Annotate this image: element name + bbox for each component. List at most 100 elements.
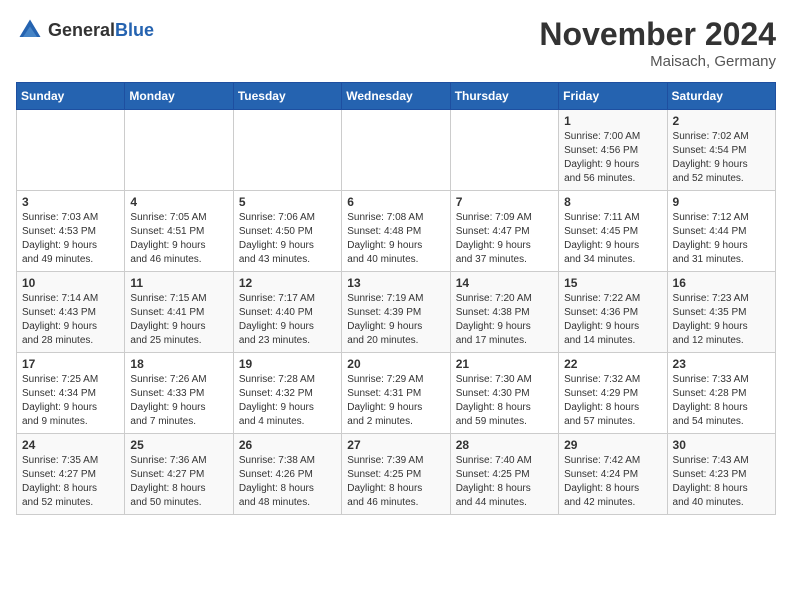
day-info: Sunrise: 7:08 AM Sunset: 4:48 PM Dayligh…	[347, 211, 444, 267]
calendar-day: 15 Sunrise: 7:22 AM Sunset: 4:36 PM Dayli…	[559, 272, 667, 353]
day-info: Sunrise: 7:14 AM Sunset: 4:43 PM Dayligh…	[22, 292, 119, 348]
calendar-table: SundayMondayTuesdayWednesdayThursdayFrid…	[16, 82, 776, 515]
calendar-day	[342, 110, 450, 191]
day-number: 23	[673, 357, 770, 371]
column-header-monday: Monday	[125, 83, 233, 110]
day-number: 11	[130, 276, 227, 290]
column-header-wednesday: Wednesday	[342, 83, 450, 110]
day-info: Sunrise: 7:38 AM Sunset: 4:26 PM Dayligh…	[239, 454, 336, 510]
logo-text: GeneralBlue	[48, 20, 154, 41]
day-number: 7	[456, 195, 553, 209]
day-info: Sunrise: 7:20 AM Sunset: 4:38 PM Dayligh…	[456, 292, 553, 348]
title-block: November 2024 Maisach, Germany	[539, 16, 776, 70]
day-info: Sunrise: 7:12 AM Sunset: 4:44 PM Dayligh…	[673, 211, 770, 267]
day-info: Sunrise: 7:06 AM Sunset: 4:50 PM Dayligh…	[239, 211, 336, 267]
day-number: 19	[239, 357, 336, 371]
day-number: 18	[130, 357, 227, 371]
day-info: Sunrise: 7:19 AM Sunset: 4:39 PM Dayligh…	[347, 292, 444, 348]
day-info: Sunrise: 7:43 AM Sunset: 4:23 PM Dayligh…	[673, 454, 770, 510]
day-info: Sunrise: 7:40 AM Sunset: 4:25 PM Dayligh…	[456, 454, 553, 510]
day-number: 14	[456, 276, 553, 290]
calendar-day: 8 Sunrise: 7:11 AM Sunset: 4:45 PM Daylig…	[559, 191, 667, 272]
day-number: 21	[456, 357, 553, 371]
column-header-friday: Friday	[559, 83, 667, 110]
day-number: 5	[239, 195, 336, 209]
day-info: Sunrise: 7:33 AM Sunset: 4:28 PM Dayligh…	[673, 373, 770, 429]
day-info: Sunrise: 7:32 AM Sunset: 4:29 PM Dayligh…	[564, 373, 661, 429]
calendar-day: 17Sunrise: 7:25 AM Sunset: 4:34 PM Dayli…	[17, 353, 125, 434]
day-number: 17	[22, 357, 119, 371]
day-number: 22	[564, 357, 661, 371]
day-info: Sunrise: 7:03 AM Sunset: 4:53 PM Dayligh…	[22, 211, 119, 267]
calendar-week-1: 1Sunrise: 7:00 AM Sunset: 4:56 PM Daylig…	[17, 110, 776, 191]
day-number: 9	[673, 195, 770, 209]
calendar-day: 27 Sunrise: 7:39 AM Sunset: 4:25 PM Dayli…	[342, 434, 450, 515]
column-header-thursday: Thursday	[450, 83, 558, 110]
day-number: 2	[673, 114, 770, 128]
calendar-header-row: SundayMondayTuesdayWednesdayThursdayFrid…	[17, 83, 776, 110]
day-info: Sunrise: 7:29 AM Sunset: 4:31 PM Dayligh…	[347, 373, 444, 429]
day-number: 24	[22, 438, 119, 452]
calendar-week-3: 10Sunrise: 7:14 AM Sunset: 4:43 PM Dayli…	[17, 272, 776, 353]
calendar-day: 30 Sunrise: 7:43 AM Sunset: 4:23 PM Dayli…	[667, 434, 775, 515]
day-info: Sunrise: 7:05 AM Sunset: 4:51 PM Dayligh…	[130, 211, 227, 267]
day-info: Sunrise: 7:26 AM Sunset: 4:33 PM Dayligh…	[130, 373, 227, 429]
calendar-day: 23 Sunrise: 7:33 AM Sunset: 4:28 PM Dayli…	[667, 353, 775, 434]
logo-icon	[16, 16, 44, 44]
calendar-day: 10Sunrise: 7:14 AM Sunset: 4:43 PM Dayli…	[17, 272, 125, 353]
day-number: 30	[673, 438, 770, 452]
logo-blue: Blue	[115, 20, 154, 40]
calendar-day: 3 Sunrise: 7:03 AM Sunset: 4:53 PM Daylig…	[17, 191, 125, 272]
day-number: 13	[347, 276, 444, 290]
day-info: Sunrise: 7:15 AM Sunset: 4:41 PM Dayligh…	[130, 292, 227, 348]
day-info: Sunrise: 7:02 AM Sunset: 4:54 PM Dayligh…	[673, 130, 770, 186]
day-info: Sunrise: 7:39 AM Sunset: 4:25 PM Dayligh…	[347, 454, 444, 510]
day-info: Sunrise: 7:30 AM Sunset: 4:30 PM Dayligh…	[456, 373, 553, 429]
day-number: 3	[22, 195, 119, 209]
logo: GeneralBlue	[16, 16, 154, 44]
logo-general: General	[48, 20, 115, 40]
day-number: 8	[564, 195, 661, 209]
calendar-day: 14 Sunrise: 7:20 AM Sunset: 4:38 PM Dayli…	[450, 272, 558, 353]
day-info: Sunrise: 7:22 AM Sunset: 4:36 PM Dayligh…	[564, 292, 661, 348]
location-subtitle: Maisach, Germany	[539, 53, 776, 70]
calendar-day: 25Sunrise: 7:36 AM Sunset: 4:27 PM Dayli…	[125, 434, 233, 515]
calendar-day	[233, 110, 341, 191]
calendar-day: 2 Sunrise: 7:02 AM Sunset: 4:54 PM Daylig…	[667, 110, 775, 191]
calendar-day: 16Sunrise: 7:23 AM Sunset: 4:35 PM Dayli…	[667, 272, 775, 353]
calendar-day: 12Sunrise: 7:17 AM Sunset: 4:40 PM Dayli…	[233, 272, 341, 353]
day-info: Sunrise: 7:28 AM Sunset: 4:32 PM Dayligh…	[239, 373, 336, 429]
calendar-day: 29Sunrise: 7:42 AM Sunset: 4:24 PM Dayli…	[559, 434, 667, 515]
calendar-day: 28 Sunrise: 7:40 AM Sunset: 4:25 PM Dayli…	[450, 434, 558, 515]
calendar-day: 4 Sunrise: 7:05 AM Sunset: 4:51 PM Daylig…	[125, 191, 233, 272]
calendar-week-4: 17Sunrise: 7:25 AM Sunset: 4:34 PM Dayli…	[17, 353, 776, 434]
calendar-day	[125, 110, 233, 191]
calendar-day: 5 Sunrise: 7:06 AM Sunset: 4:50 PM Daylig…	[233, 191, 341, 272]
day-number: 28	[456, 438, 553, 452]
calendar-day: 11 Sunrise: 7:15 AM Sunset: 4:41 PM Dayli…	[125, 272, 233, 353]
day-number: 26	[239, 438, 336, 452]
day-number: 6	[347, 195, 444, 209]
calendar-day: 18 Sunrise: 7:26 AM Sunset: 4:33 PM Dayli…	[125, 353, 233, 434]
calendar-day: 20 Sunrise: 7:29 AM Sunset: 4:31 PM Dayli…	[342, 353, 450, 434]
day-number: 12	[239, 276, 336, 290]
calendar-day: 24 Sunrise: 7:35 AM Sunset: 4:27 PM Dayli…	[17, 434, 125, 515]
day-info: Sunrise: 7:11 AM Sunset: 4:45 PM Dayligh…	[564, 211, 661, 267]
calendar-week-5: 24 Sunrise: 7:35 AM Sunset: 4:27 PM Dayli…	[17, 434, 776, 515]
day-info: Sunrise: 7:42 AM Sunset: 4:24 PM Dayligh…	[564, 454, 661, 510]
day-number: 1	[564, 114, 661, 128]
calendar-day: 1Sunrise: 7:00 AM Sunset: 4:56 PM Daylig…	[559, 110, 667, 191]
calendar-day: 22 Sunrise: 7:32 AM Sunset: 4:29 PM Dayli…	[559, 353, 667, 434]
month-title: November 2024	[539, 16, 776, 53]
calendar-day	[17, 110, 125, 191]
day-number: 20	[347, 357, 444, 371]
calendar-day: 21 Sunrise: 7:30 AM Sunset: 4:30 PM Dayli…	[450, 353, 558, 434]
day-info: Sunrise: 7:35 AM Sunset: 4:27 PM Dayligh…	[22, 454, 119, 510]
day-info: Sunrise: 7:36 AM Sunset: 4:27 PM Dayligh…	[130, 454, 227, 510]
calendar-day: 9 Sunrise: 7:12 AM Sunset: 4:44 PM Daylig…	[667, 191, 775, 272]
day-number: 4	[130, 195, 227, 209]
day-info: Sunrise: 7:09 AM Sunset: 4:47 PM Dayligh…	[456, 211, 553, 267]
calendar-day: 19 Sunrise: 7:28 AM Sunset: 4:32 PM Dayli…	[233, 353, 341, 434]
day-number: 15	[564, 276, 661, 290]
day-number: 27	[347, 438, 444, 452]
